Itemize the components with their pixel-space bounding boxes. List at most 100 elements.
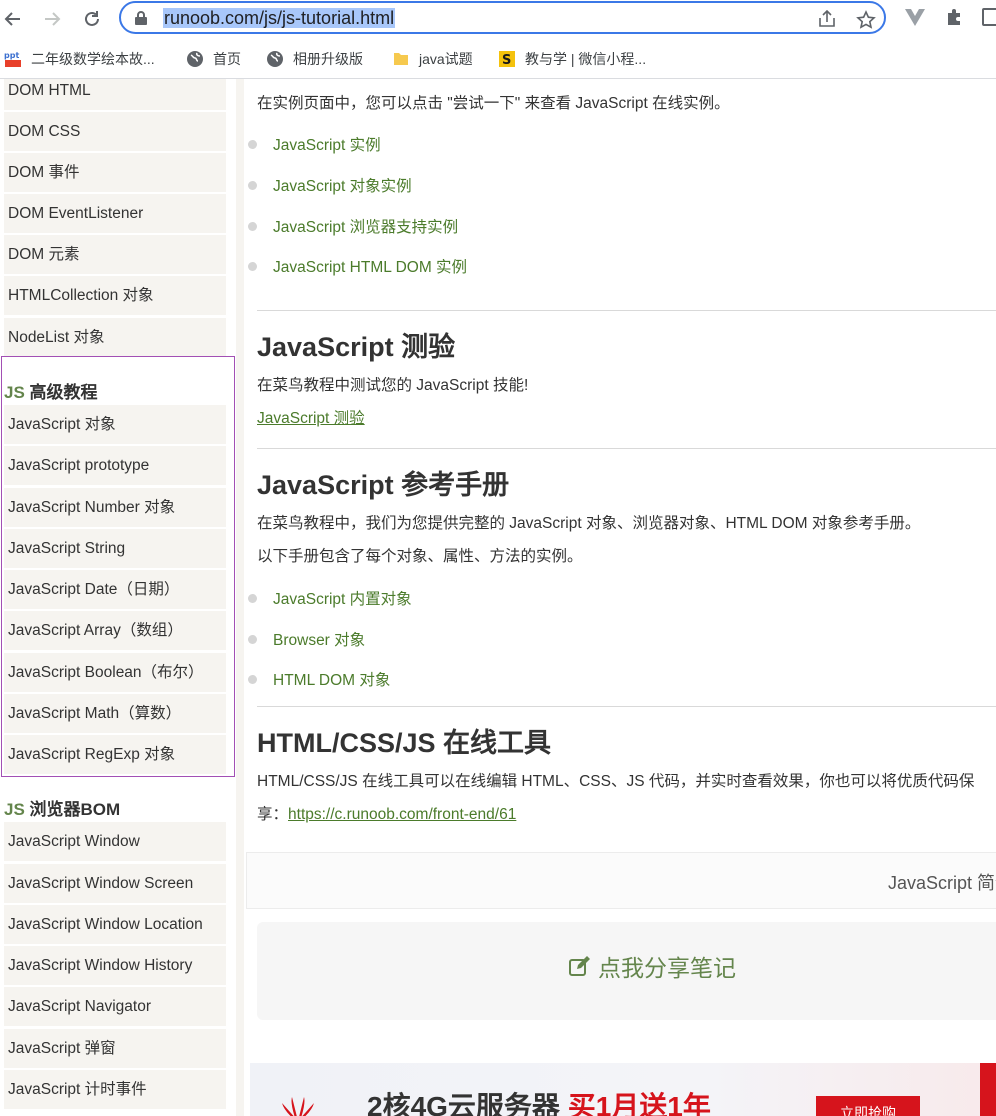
sidebar-item[interactable]: JavaScript Navigator — [4, 987, 226, 1027]
bookmark-item[interactable]: 首页 — [186, 48, 241, 70]
folder-icon — [392, 50, 410, 68]
main-content: 在实例页面中，您可以点击 "尝试一下" 来查看 JavaScript 在线实例。… — [244, 79, 996, 1116]
share-note-box[interactable]: 点我分享笔记 — [257, 922, 996, 1020]
lock-icon — [135, 11, 147, 25]
ad-headline: 2核4G云服务器 买1月送1年 — [367, 1085, 711, 1116]
quiz-link[interactable]: JavaScript 测验 — [257, 406, 365, 428]
tools-share-prefix: 享： — [257, 806, 289, 823]
globe-icon — [266, 50, 284, 68]
sidebar-item[interactable]: JavaScript Window Screen — [4, 864, 226, 904]
bookmark-item[interactable]: java试题 — [392, 48, 473, 70]
ad-corner-decoration — [980, 1063, 996, 1116]
bookmark-item[interactable]: S 教与学 | 微信小程... — [498, 48, 646, 70]
example-link[interactable]: JavaScript 浏览器支持实例 — [247, 215, 458, 237]
sidebar-item[interactable]: JavaScript RegExp 对象 — [4, 735, 226, 775]
arrow-left-icon — [4, 12, 20, 26]
sidebar-item[interactable]: NodeList 对象 — [4, 318, 226, 358]
sidebar-item[interactable]: JavaScript prototype — [4, 446, 226, 486]
sidebar-item[interactable]: JavaScript Window Location — [4, 905, 226, 945]
bookmark-label: 教与学 | 微信小程... — [525, 51, 647, 67]
sidebar: DOM HTML DOM CSS DOM 事件 DOM EventListene… — [0, 79, 236, 1116]
forward-button[interactable] — [39, 6, 65, 32]
arrow-right-icon — [45, 12, 61, 26]
pagination-bar: JavaScript 简介 — [246, 852, 996, 909]
back-button[interactable] — [0, 6, 26, 32]
sidebar-item[interactable]: JavaScript Boolean（布尔） — [4, 653, 226, 693]
sidebar-item[interactable]: DOM 元素 — [4, 235, 226, 275]
bookmarks-bar: ppt 二年级数学绘本故... 首页 相册升级版 java试题 S 教与学 | … — [0, 38, 996, 79]
sidebar-item[interactable]: JavaScript 计时事件 — [4, 1070, 226, 1110]
sidebar-item[interactable]: JavaScript 对象 — [4, 405, 226, 445]
ad-headline-highlight: 买1月送1年 — [567, 1091, 711, 1116]
divider — [257, 310, 996, 311]
quiz-text: 在菜鸟教程中测试您的 JavaScript 技能! — [257, 377, 529, 394]
bookmark-label: 首页 — [213, 51, 241, 67]
ad-headline-text: 2核4G云服务器 — [367, 1091, 568, 1116]
divider — [257, 706, 996, 707]
reload-button[interactable] — [79, 6, 105, 32]
tools-link[interactable]: https://c.runoob.com/front-end/61 — [288, 806, 516, 823]
sidebar-item[interactable]: HTMLCollection 对象 — [4, 276, 226, 316]
tools-text: 享：https://c.runoob.com/front-end/61 — [257, 802, 516, 824]
star-icon[interactable] — [856, 10, 876, 30]
sidebar-item[interactable]: JavaScript Window — [4, 822, 226, 862]
svg-text:ppt: ppt — [4, 51, 19, 60]
sidebar-item[interactable]: DOM HTML — [4, 79, 226, 111]
divider — [257, 448, 996, 449]
browser-toolbar: runoob.com/js/js-tutorial.html — [0, 0, 996, 38]
example-link[interactable]: JavaScript 对象实例 — [248, 174, 412, 196]
reference-text: 以下手册包含了每个对象、属性、方法的实例。 — [257, 548, 583, 565]
share-note-label: 点我分享笔记 — [598, 955, 736, 981]
reference-heading: JavaScript 参考手册 — [257, 470, 510, 500]
share-icon[interactable] — [817, 10, 837, 28]
reload-icon — [85, 11, 99, 26]
next-page-link[interactable]: JavaScript 简介 — [888, 869, 996, 895]
bookmark-item[interactable]: 相册升级版 — [266, 48, 363, 70]
tools-heading: HTML/CSS/JS 在线工具 — [257, 728, 552, 758]
url-highlight: runoob.com/js/js-tutorial.html — [163, 8, 396, 28]
sidebar-item[interactable]: DOM CSS — [4, 112, 226, 152]
svg-text:S: S — [502, 53, 511, 68]
intro-text: 在实例页面中，您可以点击 "尝试一下" 来查看 JavaScript 在线实例。 — [257, 95, 730, 112]
sidebar-item[interactable]: JavaScript 弹窗 — [4, 1029, 226, 1069]
sidebar-item[interactable]: JavaScript Number 对象 — [4, 488, 226, 528]
url-text[interactable]: runoob.com/js/js-tutorial.html — [163, 8, 396, 29]
sidebar-section-heading: JS 高级教程 — [4, 378, 98, 403]
sidebar-item[interactable]: DOM EventListener — [4, 194, 226, 234]
sidebar-item[interactable]: JavaScript Date（日期） — [4, 570, 226, 610]
sidebar-divider — [236, 79, 244, 1116]
ppt-logo-icon: ppt — [4, 50, 22, 68]
reference-link[interactable]: HTML DOM 对象 — [247, 668, 390, 690]
js-prefix: JS — [4, 800, 25, 819]
example-link[interactable]: JavaScript HTML DOM 实例 — [247, 255, 467, 277]
ad-banner[interactable]: 2核4G云服务器 买1月送1年 立即抢购 — [250, 1063, 996, 1116]
sidebar-item[interactable]: JavaScript Math（算数） — [4, 694, 226, 734]
bookmark-label: 相册升级版 — [293, 51, 363, 67]
extensions-puzzle-icon[interactable] — [945, 7, 965, 27]
sidebar-item[interactable]: DOM 事件 — [4, 153, 226, 193]
bookmark-label: 二年级数学绘本故... — [31, 51, 155, 67]
edit-icon — [569, 956, 590, 976]
sidebar-item[interactable]: JavaScript Array（数组） — [4, 611, 226, 651]
example-link[interactable]: JavaScript 实例 — [248, 133, 381, 155]
huawei-logo-icon — [282, 1097, 314, 1116]
s-logo-icon: S — [498, 50, 516, 68]
quiz-heading: JavaScript 测验 — [257, 332, 456, 362]
tools-text: HTML/CSS/JS 在线工具可以在线编辑 HTML、CSS、JS 代码，并实… — [257, 773, 975, 790]
globe-icon — [186, 50, 204, 68]
sidebar-section-heading: JS 浏览器BOM — [4, 795, 120, 820]
share-note-button[interactable]: 点我分享笔记 — [568, 949, 736, 983]
sidebar-item[interactable]: JavaScript String — [4, 529, 226, 569]
vue-devtools-icon[interactable] — [904, 7, 926, 27]
reference-link[interactable]: JavaScript 内置对象 — [248, 587, 412, 609]
bookmark-label: java试题 — [419, 51, 473, 67]
bookmark-item[interactable]: ppt 二年级数学绘本故... — [4, 48, 155, 70]
section-title: 浏览器BOM — [29, 800, 121, 819]
section-title: 高级教程 — [29, 383, 98, 402]
js-prefix: JS — [4, 383, 25, 402]
sidebar-item[interactable]: JavaScript Window History — [4, 946, 226, 986]
ad-buy-button[interactable]: 立即抢购 — [816, 1096, 920, 1116]
sidepanel-icon[interactable] — [982, 7, 996, 27]
reference-link[interactable]: Browser 对象 — [247, 628, 365, 650]
address-bar[interactable]: runoob.com/js/js-tutorial.html — [119, 1, 886, 34]
